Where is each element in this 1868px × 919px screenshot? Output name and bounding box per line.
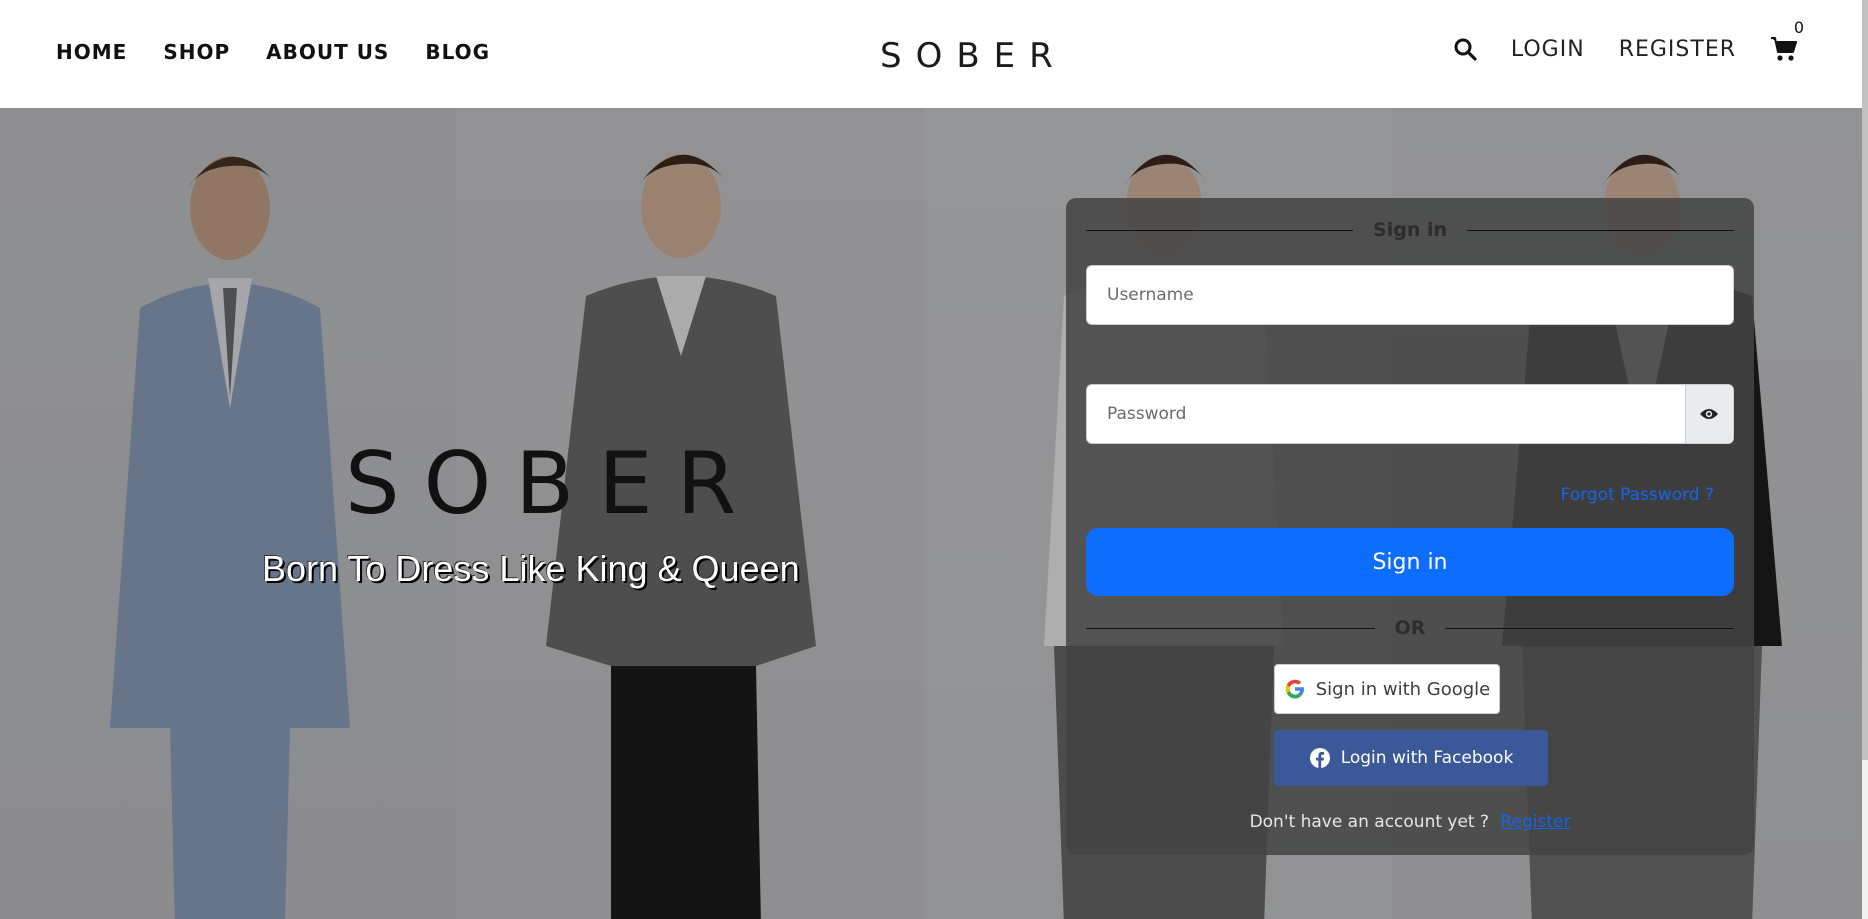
nav-shop[interactable]: SHOP	[163, 40, 230, 64]
signin-heading: Sign in	[1373, 219, 1447, 241]
hero-tagline: Born To Dress Like King & Queen	[262, 548, 800, 589]
nav-about-us[interactable]: ABOUT US	[266, 40, 389, 64]
page-scrollbar[interactable]	[1862, 0, 1868, 919]
or-text: OR	[1394, 617, 1426, 639]
hero-banner: SOBER Born To Dress Like King & Queen Si…	[0, 108, 1862, 919]
main-nav: HOME SHOP ABOUT US BLOG	[56, 40, 490, 64]
username-input[interactable]	[1087, 266, 1733, 324]
or-divider: OR	[1086, 614, 1735, 642]
divider-line-left	[1086, 229, 1354, 231]
google-signin-button[interactable]: Sign in with Google	[1274, 664, 1500, 714]
toggle-password-button[interactable]	[1684, 385, 1733, 443]
user-nav: LOGIN REGISTER 0	[1453, 18, 1804, 62]
facebook-icon	[1309, 748, 1330, 768]
password-field	[1086, 384, 1734, 444]
register-prompt: Don't have an account yet ? Register	[1066, 812, 1754, 832]
site-logo[interactable]: SOBER	[880, 36, 1067, 76]
password-input[interactable]	[1087, 385, 1685, 443]
facebook-login-button[interactable]: Login with Facebook	[1274, 730, 1548, 786]
top-navbar: HOME SHOP ABOUT US BLOG SOBER LOGIN REGI…	[0, 0, 1862, 108]
no-account-text: Don't have an account yet ?	[1249, 812, 1490, 832]
scrollbar-thumb[interactable]	[1862, 0, 1868, 760]
divider-line-right	[1467, 229, 1735, 231]
google-icon	[1285, 679, 1304, 699]
signin-button[interactable]: Sign in	[1086, 528, 1734, 596]
register-prompt-link[interactable]: Register	[1500, 812, 1570, 832]
or-line-left	[1086, 627, 1375, 629]
login-link[interactable]: LOGIN	[1511, 37, 1585, 62]
nav-home[interactable]: HOME	[56, 40, 127, 64]
search-icon	[1454, 38, 1477, 61]
username-field	[1086, 265, 1734, 325]
google-signin-label: Sign in with Google	[1315, 678, 1491, 700]
signin-heading-divider: Sign in	[1086, 216, 1735, 244]
register-link[interactable]: REGISTER	[1619, 37, 1736, 62]
nav-blog[interactable]: BLOG	[425, 40, 490, 64]
search-button[interactable]	[1453, 37, 1477, 61]
hero-brand-logo: SOBER	[345, 434, 761, 534]
cart-icon	[1771, 37, 1797, 61]
forgot-password-link[interactable]: Forgot Password ?	[1561, 485, 1714, 505]
cart-count: 0	[1793, 18, 1804, 37]
or-line-right	[1445, 627, 1735, 629]
cart-button[interactable]: 0	[1770, 18, 1804, 62]
eye-icon	[1700, 409, 1719, 419]
signin-card: Sign in Forgot Password ? Sign in OR	[1066, 198, 1754, 855]
facebook-login-label: Login with Facebook	[1340, 748, 1514, 768]
